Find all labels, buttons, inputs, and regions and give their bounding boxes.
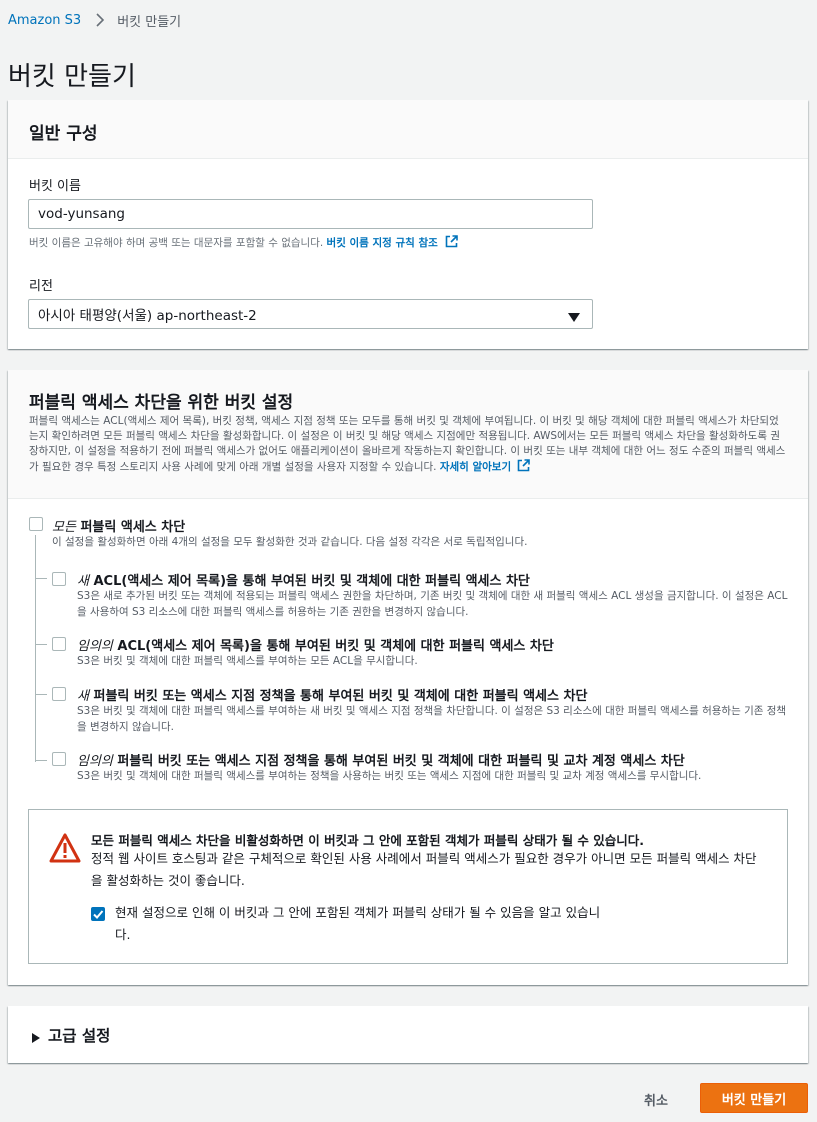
breadcrumb-current: 버킷 만들기 [117,14,182,30]
region-select-value: 아시아 태평양(서울) ap-northeast-2 [38,308,257,324]
option-prefix: 새 [77,689,89,704]
option-prefix: 임의의 [77,639,113,654]
block-all-label: 퍼블릭 액세스 차단 [80,520,186,535]
block-any-acl-title: 임의의 ACL(액세스 제어 목록)을 통해 부여된 버킷 및 객체에 대한 퍼… [77,635,554,654]
breadcrumb: Amazon S3 버킷 만들기 [8,9,181,31]
panel-header: 일반 구성 [8,100,808,159]
chevron-right-icon [95,13,105,27]
page-title: 버킷 만들기 [8,62,136,92]
block-any-policy-desc: S3은 버킷 및 객체에 대한 퍼블릭 액세스를 부여하는 정책을 사용하는 버… [77,770,702,782]
block-any-acl-checkbox[interactable] [52,637,66,651]
external-link-icon [517,459,531,477]
option-prefix: 새 [77,574,89,589]
general-config-panel: 일반 구성 버킷 이름 버킷 이름은 고유해야 하며 공백 또는 대문자를 포함… [8,100,808,349]
block-all-desc: 이 설정을 활성화하면 아래 4개의 설정을 모두 활성화한 것과 같습니다. … [52,536,528,548]
tree-line [35,535,36,762]
learn-more-link[interactable]: 자세히 알아보기 [440,461,511,473]
bucket-name-hint: 버킷 이름은 고유해야 하며 공백 또는 대문자를 포함할 수 없습니다. 버킷… [29,235,458,251]
panel-title: 일반 구성 [29,124,98,144]
block-any-policy-checkbox[interactable] [52,752,66,766]
description-text: 퍼블릭 액세스는 ACL(액세스 제어 목록), 버킷 정책, 액세스 지점 정… [29,415,786,473]
advanced-settings-panel[interactable]: 고급 설정 [8,1006,808,1063]
block-new-policy-title: 새 퍼블릭 버킷 또는 액세스 지점 정책을 통해 부여된 버킷 및 객체에 대… [77,685,587,704]
bucket-name-label: 버킷 이름 [29,179,81,194]
acknowledge-label: 현재 설정으로 인해 이 버킷과 그 안에 포함된 객체가 퍼블릭 상태가 될 … [115,905,601,942]
advanced-settings-title[interactable]: 고급 설정 [48,1024,110,1046]
bucket-naming-rules-link[interactable]: 버킷 이름 지정 규칙 참조 [327,237,438,249]
block-new-acl-desc: S3은 새로 추가된 버킷 또는 객체에 적용되는 퍼블릭 액세스 권한을 차단… [77,590,788,618]
caret-right-icon[interactable] [32,1028,40,1047]
public-access-panel: 퍼블릭 액세스 차단을 위한 버킷 설정 퍼블릭 액세스는 ACL(액세스 제어… [8,370,808,985]
check-icon [93,910,104,919]
tree-branch [35,760,47,761]
option-label: ACL(액세스 제어 목록)을 통해 부여된 버킷 및 객체에 대한 퍼블릭 액… [117,639,554,654]
block-new-policy-desc: S3은 버킷 및 객체에 대한 퍼블릭 액세스를 부여하는 새 버킷 및 액세스… [77,705,787,733]
warning-title: 모든 퍼블릭 액세스 차단을 비활성화하면 이 버킷과 그 안에 포함된 객체가… [91,833,645,848]
cancel-button[interactable]: 취소 [644,1090,668,1109]
option-label: 퍼블릭 버킷 또는 액세스 지점 정책을 통해 부여된 버킷 및 객체에 대한 … [117,754,685,769]
warning-icon [49,832,81,868]
public-access-description: 퍼블릭 액세스는 ACL(액세스 제어 목록), 버킷 정책, 액세스 지점 정… [29,414,787,477]
option-label: ACL(액세스 제어 목록)을 통해 부여된 버킷 및 객체에 대한 퍼블릭 액… [93,574,530,589]
block-all-title: 모든 퍼블릭 액세스 차단 [52,516,185,535]
external-link-icon [445,235,458,251]
panel-title: 퍼블릭 액세스 차단을 위한 버킷 설정 [29,393,294,413]
tree-branch [35,644,47,645]
bucket-name-input[interactable] [28,199,593,229]
block-new-acl-title: 새 ACL(액세스 제어 목록)을 통해 부여된 버킷 및 객체에 대한 퍼블릭… [77,570,530,589]
warning-text: 정적 웹 사이트 호스팅과 같은 구체적으로 확인된 사용 사례에서 퍼블릭 액… [91,851,757,888]
breadcrumb-amazon-s3-link[interactable]: Amazon S3 [8,13,81,28]
option-label: 퍼블릭 버킷 또는 액세스 지점 정책을 통해 부여된 버킷 및 객체에 대한 … [93,689,588,704]
acknowledge-checkbox[interactable] [91,907,105,921]
block-all-prefix: 모든 [52,520,76,535]
block-new-policy-checkbox[interactable] [52,687,66,701]
tree-branch [35,578,47,579]
region-label: 리전 [29,279,53,294]
create-bucket-button[interactable]: 버킷 만들기 [700,1083,808,1113]
tree-branch [35,694,47,695]
region-select[interactable]: 아시아 태평양(서울) ap-northeast-2 [28,299,593,329]
panel-header: 퍼블릭 액세스 차단을 위한 버킷 설정 퍼블릭 액세스는 ACL(액세스 제어… [8,370,808,499]
public-warning-alert: 모든 퍼블릭 액세스 차단을 비활성화하면 이 버킷과 그 안에 포함된 객체가… [28,809,788,964]
block-all-checkbox[interactable] [29,517,43,531]
block-any-acl-desc: S3은 버킷 및 객체에 대한 퍼블릭 액세스를 부여하는 모든 ACL을 무시… [77,655,418,667]
block-any-policy-title: 임의의 퍼블릭 버킷 또는 액세스 지점 정책을 통해 부여된 버킷 및 객체에… [77,750,685,769]
caret-down-icon [568,310,580,326]
block-new-acl-checkbox[interactable] [52,572,66,586]
option-prefix: 임의의 [77,754,113,769]
bucket-name-hint-text: 버킷 이름은 고유해야 하며 공백 또는 대문자를 포함할 수 없습니다. [29,237,324,249]
